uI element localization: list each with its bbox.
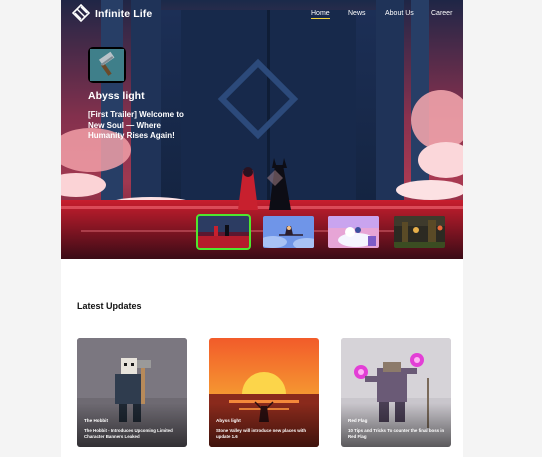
- logo-icon[interactable]: [72, 4, 90, 24]
- card-headline[interactable]: 10 Tips and Tricks To counter the final …: [348, 428, 448, 439]
- card-tag: Red Flag: [348, 418, 368, 423]
- nav-career[interactable]: Career: [431, 10, 452, 17]
- top-nav: Infinite Life Home News About Us Career: [61, 0, 463, 30]
- card-overlay: [341, 403, 451, 447]
- card-tag: The Hobbit: [84, 418, 108, 423]
- abyss-light-thumb: [198, 216, 249, 248]
- nav-home[interactable]: Home: [311, 10, 330, 19]
- game-icon[interactable]: [88, 47, 126, 83]
- thumbnail-forest[interactable]: [394, 216, 445, 248]
- game-description[interactable]: [First Trailer] Welcome to New Soul — Wh…: [88, 110, 188, 142]
- card-overlay: [209, 403, 319, 447]
- hero-banner: Infinite Life Home News About Us Career …: [61, 0, 463, 259]
- page: Infinite Life Home News About Us Career …: [61, 0, 463, 457]
- card-overlay: [77, 403, 187, 447]
- card-headline[interactable]: The Hobbit - Introduces Upcoming Limited…: [84, 428, 184, 439]
- witch-flying-thumb: [263, 216, 314, 248]
- card-tag: Abyss light: [216, 418, 241, 423]
- hammer-icon: [90, 49, 124, 81]
- news-card[interactable]: Red Flag 10 Tips and Tricks To counter t…: [341, 338, 451, 447]
- thumbnail-pastel[interactable]: [328, 216, 379, 248]
- game-title: Abyss light: [88, 90, 145, 102]
- thumbnail-witch[interactable]: [263, 216, 314, 248]
- latest-updates-title: Latest Updates: [77, 301, 142, 311]
- nav-about-us[interactable]: About Us: [385, 10, 414, 17]
- thumbnail-abyss-light[interactable]: [196, 214, 251, 250]
- news-card[interactable]: The Hobbit The Hobbit - Introduces Upcom…: [77, 338, 187, 447]
- brand-name[interactable]: Infinite Life: [95, 8, 152, 20]
- pink-pastel-thumb: [328, 216, 379, 248]
- card-headline[interactable]: Stone Valley will introduce new places w…: [216, 428, 316, 439]
- forest-night-thumb: [394, 216, 445, 248]
- nav-news[interactable]: News: [348, 10, 366, 17]
- news-card[interactable]: Abyss light Stone Valley will introduce …: [209, 338, 319, 447]
